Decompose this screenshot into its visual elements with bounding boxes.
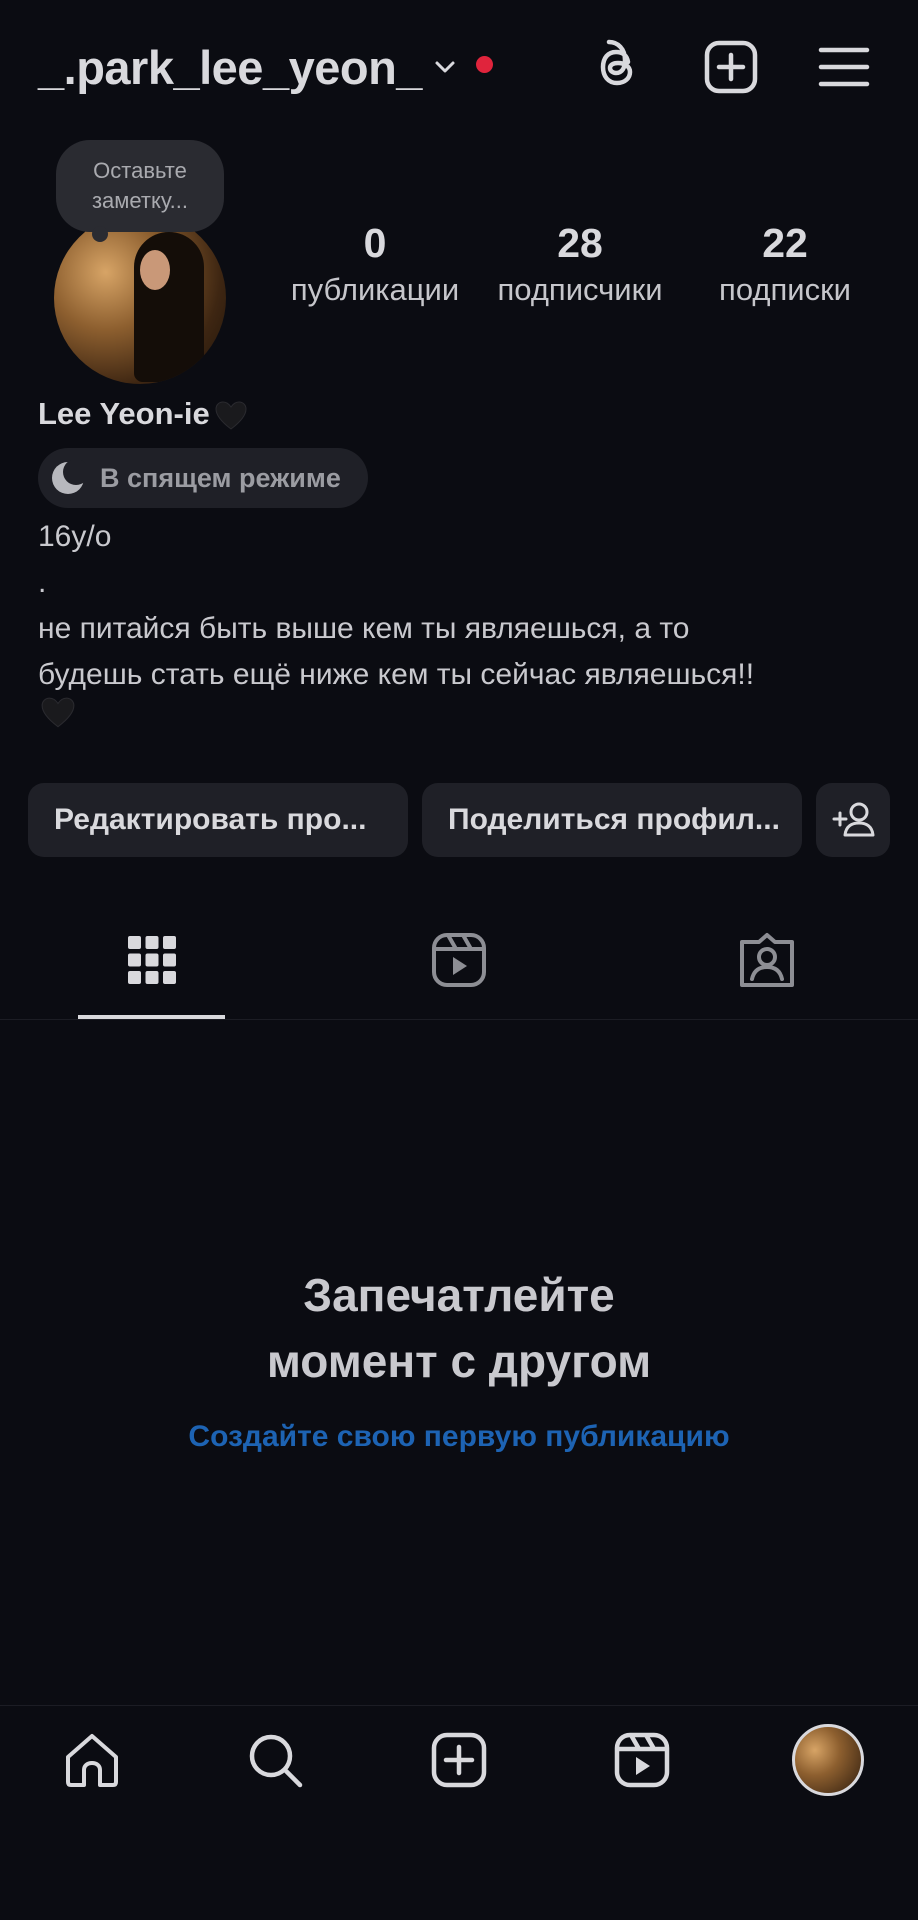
threads-icon[interactable] bbox=[587, 36, 649, 98]
grid-icon bbox=[128, 936, 176, 984]
create-icon bbox=[431, 1732, 487, 1788]
reels-icon bbox=[614, 1732, 670, 1788]
tab-divider bbox=[0, 1019, 918, 1020]
stat-following-value: 22 bbox=[762, 220, 808, 266]
stat-following[interactable]: 22 подписки bbox=[700, 218, 870, 312]
bio-text: 16y/o . не питайся быть выше кем ты явля… bbox=[38, 520, 755, 691]
bottom-nav-divider bbox=[0, 1705, 918, 1706]
moon-icon bbox=[50, 459, 89, 496]
stat-followers[interactable]: 28 подписчики bbox=[480, 218, 680, 312]
nav-profile-avatar[interactable] bbox=[792, 1724, 864, 1796]
edit-profile-button[interactable]: Редактировать про... bbox=[28, 783, 408, 857]
tab-reels[interactable] bbox=[429, 930, 489, 990]
notification-dot bbox=[476, 56, 493, 73]
create-first-post-link[interactable]: Создайте свою первую публикацию bbox=[0, 1420, 918, 1454]
add-person-icon bbox=[832, 802, 875, 837]
stat-following-label: подписки bbox=[719, 272, 851, 307]
stat-posts-label: публикации bbox=[290, 272, 460, 307]
search-icon bbox=[249, 1734, 303, 1788]
top-bar: _.park_lee_yeon_ bbox=[0, 0, 918, 130]
status-badge[interactable]: В спящем режиме bbox=[38, 448, 368, 508]
stat-followers-value: 28 bbox=[557, 220, 603, 266]
share-profile-button[interactable]: Поделиться профил... bbox=[422, 783, 802, 857]
menu-icon[interactable] bbox=[813, 36, 875, 98]
nav-home[interactable] bbox=[62, 1730, 122, 1790]
stat-posts-value: 0 bbox=[363, 220, 387, 266]
tab-grid[interactable] bbox=[122, 930, 182, 990]
note-bubble[interactable]: Оставьте заметку... bbox=[56, 140, 224, 232]
nav-create[interactable] bbox=[429, 1730, 489, 1790]
tab-tagged[interactable] bbox=[737, 930, 797, 990]
note-bubble-tail bbox=[92, 226, 108, 242]
nav-reels[interactable] bbox=[612, 1730, 672, 1790]
display-name: Lee Yeon-ie bbox=[38, 396, 210, 431]
new-post-icon[interactable] bbox=[700, 36, 762, 98]
profile-screen: _.park_lee_yeon_ Оставьте заметку... 0 п… bbox=[0, 0, 918, 1920]
discover-people-button[interactable] bbox=[816, 783, 890, 857]
nav-search[interactable] bbox=[245, 1730, 305, 1790]
empty-state-title: Запечатлейте момент с другом bbox=[266, 1269, 652, 1387]
chevron-down-icon[interactable] bbox=[430, 52, 460, 82]
black-heart-icon bbox=[40, 696, 76, 730]
stat-followers-label: подписчики bbox=[497, 272, 663, 307]
stat-posts[interactable]: 0 публикации bbox=[280, 218, 470, 312]
reels-icon bbox=[432, 933, 486, 987]
black-heart-icon bbox=[214, 400, 248, 432]
home-icon bbox=[66, 1734, 118, 1787]
status-text: В спящем режиме bbox=[100, 463, 341, 493]
username-switcher[interactable]: _.park_lee_yeon_ bbox=[38, 40, 422, 95]
profile-avatar[interactable] bbox=[54, 212, 226, 384]
tagged-icon bbox=[740, 933, 794, 987]
